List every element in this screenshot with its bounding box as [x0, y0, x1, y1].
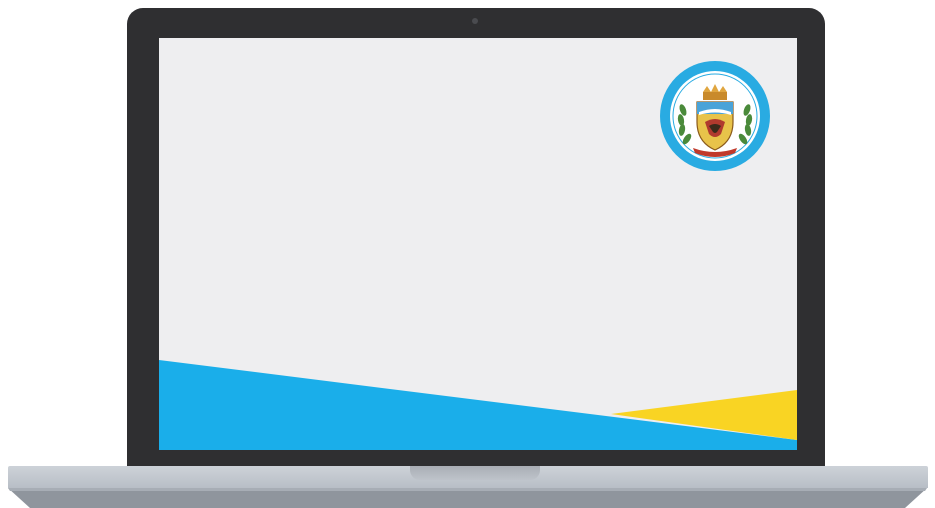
laptop-mockup: MUNICIPIO DE LOGAN — [0, 0, 935, 508]
laptop-base-bottom — [8, 488, 927, 508]
municipal-seal-icon: MUNICIPIO DE LOGAN — [660, 61, 770, 171]
camera-icon — [472, 18, 478, 24]
laptop-opening-notch — [410, 466, 540, 480]
laptop-screen: MUNICIPIO DE LOGAN — [159, 38, 797, 450]
